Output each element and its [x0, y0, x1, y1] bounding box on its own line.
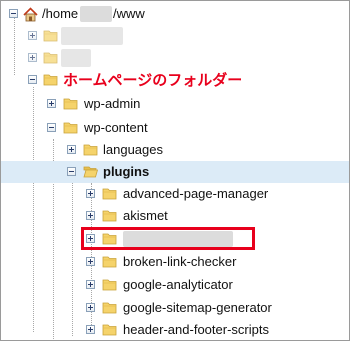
homepage-folder-annotation: ホームページのフォルダー — [63, 71, 243, 89]
expand-icon[interactable] — [86, 211, 95, 220]
tree-row-redacted-1[interactable] — [1, 25, 349, 47]
folder-icon — [43, 72, 58, 87]
folder-icon — [43, 28, 58, 43]
folder-label: wp-admin — [84, 96, 141, 111]
redacted-folder-name — [61, 49, 91, 67]
open-folder-icon — [83, 164, 98, 179]
folder-label: plugins — [103, 164, 150, 179]
tree-row-google-analyticator[interactable]: google-analyticator — [1, 274, 349, 296]
collapse-icon[interactable] — [9, 9, 18, 18]
tree-row-broken-link-checker[interactable]: broken-link-checker — [1, 251, 349, 273]
redacted-folder-name — [61, 27, 123, 45]
collapse-icon[interactable] — [28, 75, 37, 84]
expand-icon[interactable] — [28, 53, 37, 62]
folder-icon — [102, 322, 117, 337]
expand-icon[interactable] — [67, 145, 76, 154]
folder-icon — [102, 254, 117, 269]
folder-icon — [63, 96, 78, 111]
folder-icon — [102, 208, 117, 223]
folder-icon — [102, 186, 117, 201]
folder-icon — [63, 120, 78, 135]
expand-icon[interactable] — [86, 280, 95, 289]
folder-label: google-sitemap-generator — [123, 300, 272, 315]
folder-icon — [102, 300, 117, 315]
collapse-icon[interactable] — [67, 167, 76, 176]
expand-icon[interactable] — [28, 31, 37, 40]
tree-row-header-and-footer-scripts[interactable]: header-and-footer-scripts — [1, 319, 349, 340]
expand-icon[interactable] — [86, 325, 95, 334]
collapse-icon[interactable] — [47, 123, 56, 132]
tree-row-wp-admin[interactable]: wp-admin — [1, 93, 349, 115]
redacted-username — [80, 6, 112, 22]
folder-icon — [102, 277, 117, 292]
expand-icon[interactable] — [86, 303, 95, 312]
expand-icon[interactable] — [86, 257, 95, 266]
folder-icon — [43, 50, 58, 65]
folder-label: akismet — [123, 208, 168, 223]
tree-row-languages[interactable]: languages — [1, 139, 349, 161]
tree-row-akismet[interactable]: akismet — [1, 205, 349, 227]
folder-label: advanced-page-manager — [123, 186, 269, 201]
home-icon — [23, 7, 38, 22]
tree-row-root[interactable]: /home /www — [1, 3, 349, 25]
folder-label: google-analyticator — [123, 277, 233, 292]
tree-row-plugins[interactable]: plugins — [1, 161, 349, 183]
folder-label: wp-content — [84, 120, 148, 135]
tree-row-advanced-page-manager[interactable]: advanced-page-manager — [1, 183, 349, 205]
root-path-suffix: /www — [113, 6, 145, 21]
tree-row-wp-content[interactable]: wp-content — [1, 117, 349, 139]
root-path-prefix: /home — [42, 6, 79, 21]
highlight-box — [81, 227, 255, 250]
tree-row-homepage-folder[interactable]: ホームページのフォルダー — [1, 69, 349, 91]
expand-icon[interactable] — [47, 99, 56, 108]
tree-row-redacted-2[interactable] — [1, 47, 349, 69]
folder-label: header-and-footer-scripts — [123, 322, 269, 337]
expand-icon[interactable] — [86, 189, 95, 198]
folder-icon — [83, 142, 98, 157]
tree-row-google-sitemap-generator[interactable]: google-sitemap-generator — [1, 297, 349, 319]
file-tree-panel: /home /www ホームページのフォルダー wp-admin wp-cont… — [0, 0, 350, 341]
folder-label: languages — [103, 142, 163, 157]
folder-label: broken-link-checker — [123, 254, 237, 269]
